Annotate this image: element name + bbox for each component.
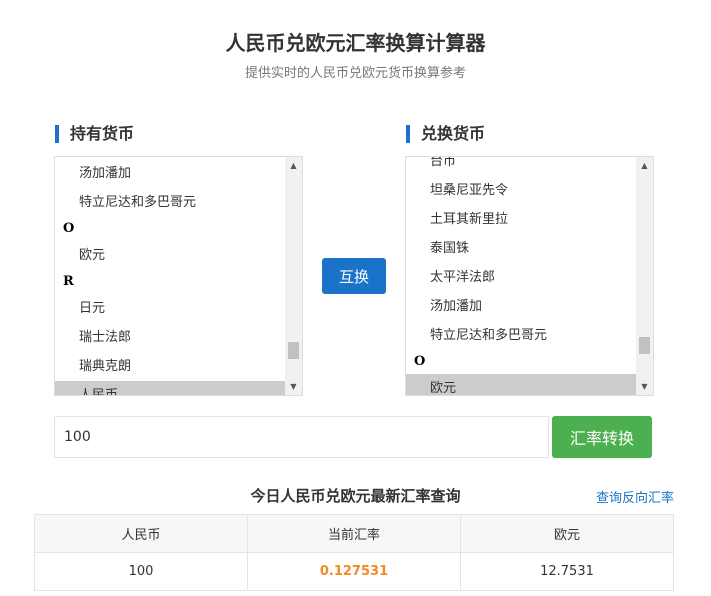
- list-item[interactable]: 欧元: [406, 374, 636, 395]
- list-item[interactable]: 欧元: [55, 241, 285, 270]
- scroll-up-arrow-icon[interactable]: ▲: [636, 157, 653, 174]
- list-group-header: O: [414, 354, 426, 369]
- scroll-up-arrow-icon[interactable]: ▲: [285, 157, 302, 174]
- list-item[interactable]: 特立尼达和多巴哥元: [55, 188, 285, 217]
- list-item[interactable]: 瑞典克朗: [55, 352, 285, 381]
- list-item[interactable]: 台币: [406, 157, 636, 176]
- from-currency-options: 汤加潘加 特立尼达和多巴哥元 O 欧元 R 日元 瑞士法郎 瑞典克朗 人民币: [55, 159, 285, 395]
- from-currency-listbox[interactable]: 汤加潘加 特立尼达和多巴哥元 O 欧元 R 日元 瑞士法郎 瑞典克朗 人民币 ▲ ▼: [54, 156, 303, 396]
- reverse-rate-link[interactable]: 查询反向汇率: [596, 487, 674, 506]
- list-item[interactable]: 汤加潘加: [55, 159, 285, 188]
- page-title: 人民币兑欧元汇率换算计算器: [225, 31, 486, 55]
- from-list-scrollbar[interactable]: ▲ ▼: [285, 157, 302, 395]
- list-group-header: R: [63, 274, 74, 289]
- list-item[interactable]: 瑞士法郎: [55, 323, 285, 352]
- column-header: 人民币: [34, 514, 248, 553]
- scroll-thumb[interactable]: [288, 342, 299, 359]
- scroll-down-arrow-icon[interactable]: ▼: [636, 378, 653, 395]
- amount-cell: 100: [34, 552, 248, 591]
- column-header: 欧元: [460, 514, 674, 553]
- list-item[interactable]: 土耳其新里拉: [406, 205, 636, 234]
- list-item[interactable]: 人民币: [55, 381, 285, 395]
- list-item[interactable]: 太平洋法郎: [406, 263, 636, 292]
- list-item[interactable]: 日元: [55, 294, 285, 323]
- list-item[interactable]: 汤加潘加: [406, 292, 636, 321]
- swap-button[interactable]: 互换: [322, 258, 386, 294]
- to-list-scrollbar[interactable]: ▲ ▼: [636, 157, 653, 395]
- column-header: 当前汇率: [247, 514, 461, 553]
- convert-button[interactable]: 汇率转换: [552, 416, 652, 458]
- amount-input[interactable]: [54, 416, 549, 458]
- rate-table: 人民币 当前汇率 欧元 100 0.127531 12.7531: [34, 514, 674, 591]
- page-subtitle: 提供实时的人民币兑欧元货币换算参考: [244, 66, 466, 81]
- scroll-thumb[interactable]: [639, 337, 650, 354]
- to-currency-heading: 兑换货币: [406, 125, 485, 143]
- list-item[interactable]: 坦桑尼亚先令: [406, 176, 636, 205]
- list-item[interactable]: 特立尼达和多巴哥元: [406, 321, 636, 350]
- to-currency-listbox[interactable]: 台币 坦桑尼亚先令 土耳其新里拉 泰国铢 太平洋法郎 汤加潘加 特立尼达和多巴哥元 O 欧元 ▲…: [405, 156, 654, 396]
- rate-cell: 0.127531: [247, 552, 461, 591]
- scroll-down-arrow-icon[interactable]: ▼: [285, 378, 302, 395]
- to-currency-options: 台币 坦桑尼亚先令 土耳其新里拉 泰国铢 太平洋法郎 汤加潘加 特立尼达和多巴哥元 O 欧元: [406, 157, 636, 395]
- table-row: 100 0.127531 12.7531: [34, 552, 674, 591]
- table-header-row: 人民币 当前汇率 欧元: [34, 514, 674, 553]
- from-currency-heading: 持有货币: [55, 125, 134, 143]
- list-item[interactable]: 泰国铢: [406, 234, 636, 263]
- list-group-header: O: [63, 221, 75, 236]
- converted-cell: 12.7531: [460, 552, 674, 591]
